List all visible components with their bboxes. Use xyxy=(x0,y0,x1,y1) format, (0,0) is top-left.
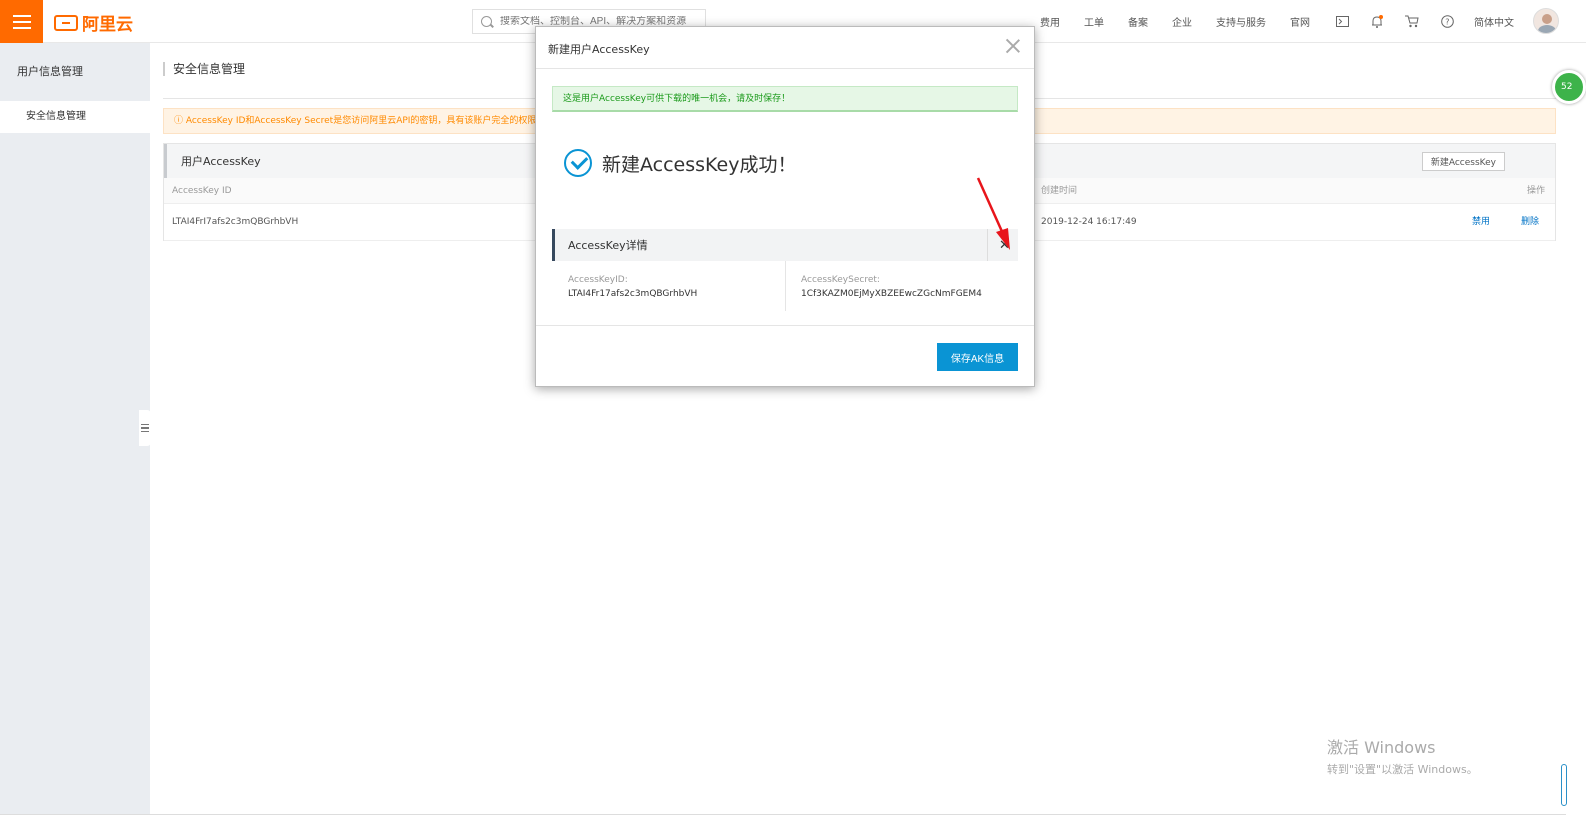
accesskey-id-field: AccessKeyID: LTAI4Fr17afs2c3mQBGrhbVH xyxy=(568,261,697,311)
brand-logo[interactable]: 阿里云 xyxy=(54,10,133,35)
sidebar-title: 用户信息管理 xyxy=(17,65,83,78)
scrollbar-thumb[interactable] xyxy=(1561,764,1567,806)
nav-website[interactable]: 官网 xyxy=(1290,14,1310,29)
details-title: AccessKey详情 xyxy=(568,239,648,252)
menu-icon[interactable] xyxy=(0,0,43,43)
accesskey-id-value: LTAI4Fr17afs2c3mQBGrhbVH xyxy=(568,289,698,299)
check-circle-icon xyxy=(564,149,592,177)
col-actions: 操作 xyxy=(1527,186,1546,196)
download-tip: 这是用户AccessKey可供下载的唯一机会，请及时保存！ xyxy=(552,86,1018,112)
floating-badge[interactable]: 52 xyxy=(1552,70,1586,104)
details-body: AccessKeyID: LTAI4Fr17afs2c3mQBGrhbVH Ac… xyxy=(552,261,1018,311)
aliyun-logo-icon xyxy=(54,14,78,31)
cart-icon[interactable] xyxy=(1404,14,1420,30)
bell-icon[interactable] xyxy=(1369,14,1385,30)
new-accesskey-button[interactable]: 新建AccessKey xyxy=(1421,151,1505,171)
save-ak-button[interactable]: 保存AK信息 xyxy=(937,343,1018,371)
accesskey-details: AccessKey详情 ✕ AccessKeyID: LTAI4Fr17afs2… xyxy=(552,229,1018,311)
close-icon[interactable] xyxy=(1004,37,1022,55)
nav-icp[interactable]: 备案 xyxy=(1128,14,1148,29)
watermark-line2: 转到"设置"以激活 Windows。 xyxy=(1327,763,1478,776)
row-created: 2019-12-24 16:17:49 xyxy=(1041,217,1137,227)
col-created: 创建时间 xyxy=(1041,186,1078,196)
top-nav: 费用 工单 备案 企业 支持与服务 官网 ? 简体中文 xyxy=(1040,0,1538,43)
col-accesskey-id: AccessKey ID xyxy=(172,186,232,196)
accesskey-id-label: AccessKeyID: xyxy=(568,275,628,285)
terminal-icon[interactable] xyxy=(1334,14,1350,30)
help-icon[interactable]: ? xyxy=(1439,14,1455,30)
red-arrow-annotation xyxy=(976,177,1010,250)
divider xyxy=(785,261,786,311)
delete-link[interactable]: 删除 xyxy=(1521,204,1539,241)
bottom-border xyxy=(0,814,1566,824)
success-message: 新建AccessKey成功！ xyxy=(564,149,797,177)
page-title: 安全信息管理 xyxy=(163,62,245,76)
search-icon xyxy=(481,16,492,27)
dialog-title: 新建用户AccessKey xyxy=(548,43,650,56)
details-header: AccessKey详情 ✕ xyxy=(552,229,1018,261)
success-text: 新建AccessKey成功！ xyxy=(602,153,797,176)
panel-title: 用户AccessKey xyxy=(181,155,261,168)
dialog-header: 新建用户AccessKey xyxy=(536,27,1034,69)
accesskey-secret-value: 1Cf3KAZM0EjMyXBZEEwcZGcNmFGEM4 xyxy=(801,289,982,299)
svg-text:?: ? xyxy=(1445,18,1449,27)
new-accesskey-dialog: 新建用户AccessKey 这是用户AccessKey可供下载的唯一机会，请及时… xyxy=(535,26,1035,387)
watermark-line1: 激活 Windows xyxy=(1327,738,1436,757)
nav-support[interactable]: 支持与服务 xyxy=(1216,14,1266,29)
accesskey-secret-field: AccessKeySecret: 1Cf3KAZM0EjMyXBZEEwcZGc… xyxy=(801,261,982,311)
disable-link[interactable]: 禁用 xyxy=(1472,204,1490,241)
avatar[interactable] xyxy=(1533,8,1559,34)
language-switch[interactable]: 简体中文 xyxy=(1474,14,1514,29)
windows-activation-watermark: 激活 Windows 转到"设置"以激活 Windows。 xyxy=(1327,734,1478,777)
brand-name: 阿里云 xyxy=(82,15,133,35)
sidebar-item-security[interactable]: 安全信息管理 xyxy=(0,101,150,133)
accesskey-secret-label: AccessKeySecret: xyxy=(801,275,880,285)
row-accesskey-id: LTAI4FrI7afs2c3mQBGrhbVH xyxy=(172,217,299,227)
nav-fees[interactable]: 费用 xyxy=(1040,14,1060,29)
sidebar: 用户信息管理 安全信息管理 xyxy=(0,43,150,814)
nav-tickets[interactable]: 工单 xyxy=(1084,14,1104,29)
divider xyxy=(536,325,1034,326)
nav-enterprise[interactable]: 企业 xyxy=(1172,14,1192,29)
